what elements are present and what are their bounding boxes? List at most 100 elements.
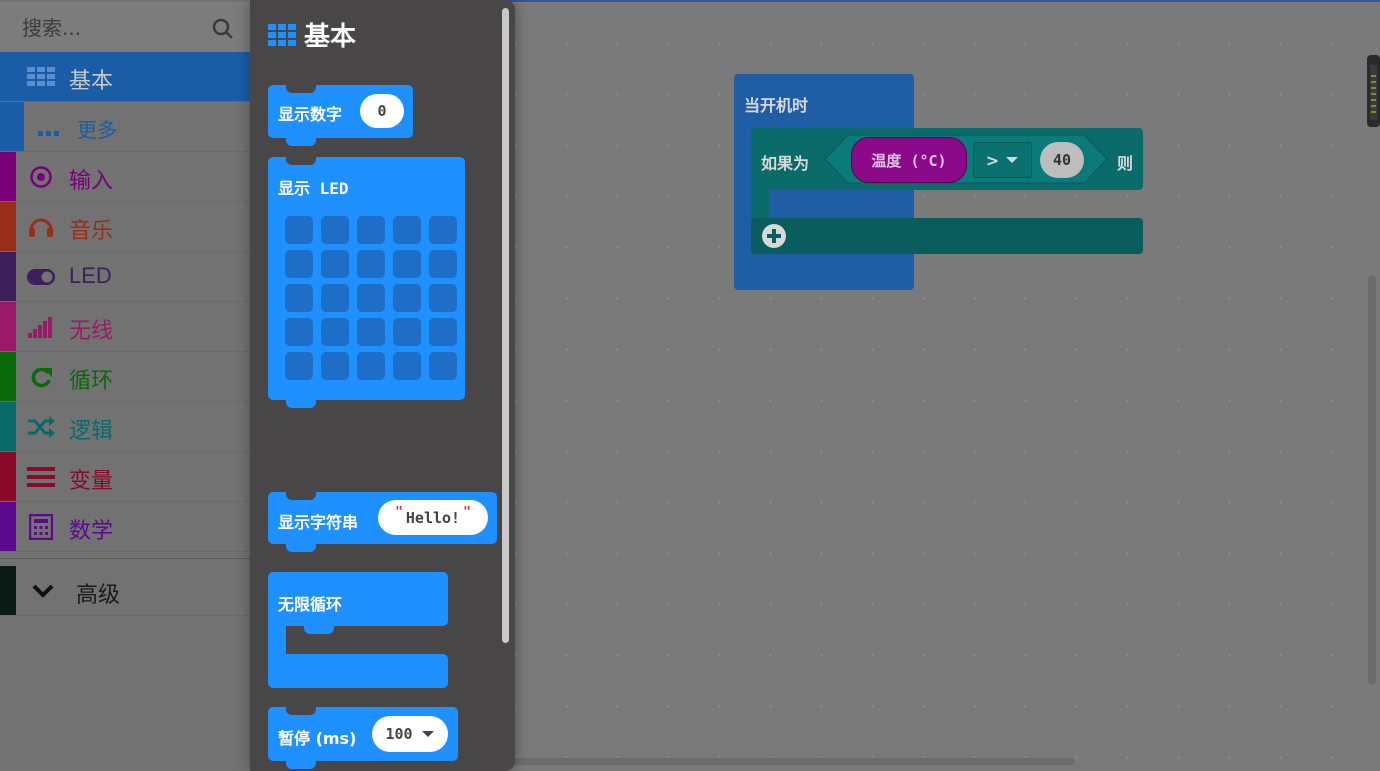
pause-label: 暂停 (ms) [278, 729, 357, 748]
grid-icon [26, 64, 56, 90]
led-cell[interactable] [393, 284, 421, 312]
led-cell[interactable] [393, 250, 421, 278]
category-label: 更多 [77, 118, 117, 142]
block-notch-bottom [286, 760, 316, 769]
category-color-bar [0, 252, 16, 301]
target-circle-icon [26, 164, 56, 190]
category-label: 逻辑 [69, 419, 114, 444]
if-block-stem [751, 188, 769, 222]
show-string-value: Hello! [405, 508, 461, 527]
led-cell[interactable] [429, 250, 457, 278]
led-cell[interactable] [429, 284, 457, 312]
forever-slot-notch [304, 626, 334, 634]
search-box [0, 2, 250, 52]
category-color-bar [0, 352, 16, 401]
led-cell[interactable] [393, 318, 421, 346]
category-variables[interactable]: 变量 [0, 452, 250, 502]
category-color-bar [0, 102, 24, 151]
led-cell[interactable] [357, 352, 385, 380]
search-input[interactable] [20, 14, 209, 42]
led-cell[interactable] [357, 216, 385, 244]
led-cell[interactable] [429, 352, 457, 380]
category-label: 无线 [69, 319, 114, 344]
category-color-bar [0, 302, 16, 351]
flyout-scrollbar[interactable] [502, 8, 509, 643]
category-label: 数学 [69, 519, 114, 544]
category-color-bar [0, 502, 16, 551]
led-cell[interactable] [357, 250, 385, 278]
if-block-bottom[interactable] [751, 218, 1143, 254]
chevron-down-icon [28, 578, 58, 604]
pause-dropdown[interactable]: 100 [372, 716, 448, 752]
then-label: 则 [1117, 154, 1134, 173]
category-color-bar [0, 566, 16, 615]
led-cell[interactable] [321, 250, 349, 278]
category-label: 变量 [69, 469, 114, 494]
category-divider [0, 558, 250, 559]
led-cell[interactable] [429, 216, 457, 244]
more-dots-icon [38, 122, 60, 141]
horizontal-scrollbar[interactable] [505, 758, 1075, 765]
forever-label: 无限循环 [278, 595, 343, 614]
quote-open: " [395, 505, 403, 520]
category-radio[interactable]: 无线 [0, 302, 250, 352]
show-string-input[interactable]: " Hello! " [378, 500, 488, 535]
led-cell[interactable] [321, 318, 349, 346]
category-label: 高级 [76, 583, 121, 608]
vertical-scrollbar[interactable] [1368, 275, 1376, 685]
led-cell[interactable] [285, 250, 313, 278]
calculator-icon [26, 514, 56, 540]
operator-value: > [985, 150, 1000, 170]
led-cell[interactable] [285, 352, 313, 380]
block-notch-bottom [286, 137, 316, 146]
shuffle-icon [26, 414, 56, 440]
refresh-icon [26, 364, 56, 390]
led-cell[interactable] [321, 216, 349, 244]
category-color-bar [0, 202, 16, 251]
category-advanced[interactable]: 高级 [0, 566, 250, 616]
forever-block-bottom [268, 654, 448, 688]
led-cell[interactable] [393, 352, 421, 380]
category-basic[interactable]: 基本 [0, 52, 250, 102]
led-cell[interactable] [321, 352, 349, 380]
threshold-value[interactable]: 40 [1040, 142, 1084, 178]
flyout-title: 基本 [304, 22, 357, 52]
search-icon[interactable] [212, 18, 234, 40]
led-cell[interactable] [285, 216, 313, 244]
toggle-icon [26, 264, 56, 290]
show-leds-label: 显示 LED [278, 179, 349, 198]
category-led[interactable]: LED [0, 252, 250, 302]
category-input[interactable]: 输入 [0, 152, 250, 202]
category-loops[interactable]: 循环 [0, 352, 250, 402]
category-label: 循环 [69, 369, 114, 394]
category-color-bar [0, 452, 16, 501]
led-grid[interactable] [285, 216, 460, 381]
category-logic[interactable]: 逻辑 [0, 402, 250, 452]
pause-value: 100 [385, 725, 413, 743]
led-cell[interactable] [357, 284, 385, 312]
on-start-label: 当开机时 [744, 96, 809, 115]
show-number-input[interactable]: 0 [360, 94, 404, 128]
zoom-controls[interactable] [1367, 55, 1380, 127]
led-cell[interactable] [321, 284, 349, 312]
headphones-icon [26, 214, 56, 240]
led-cell[interactable] [285, 284, 313, 312]
led-cell[interactable] [429, 318, 457, 346]
led-cell[interactable] [285, 318, 313, 346]
minimap-icon [1370, 65, 1377, 120]
category-music[interactable]: 音乐 [0, 202, 250, 252]
add-else-icon[interactable] [761, 223, 787, 249]
led-cell[interactable] [393, 216, 421, 244]
temperature-reporter[interactable]: 温度 (°C) [851, 137, 967, 183]
category-more[interactable]: 更多 [0, 102, 250, 152]
category-math[interactable]: 数学 [0, 502, 250, 552]
led-cell[interactable] [357, 318, 385, 346]
operator-dropdown[interactable]: > [973, 142, 1032, 178]
quote-close: " [463, 505, 471, 520]
if-label: 如果为 [761, 154, 810, 173]
signal-bars-icon [26, 314, 56, 340]
dropdown-arrow-icon [1006, 157, 1019, 163]
show-string-label: 显示字符串 [278, 513, 359, 532]
block-notch-top [286, 157, 316, 165]
grid-icon [268, 24, 296, 46]
